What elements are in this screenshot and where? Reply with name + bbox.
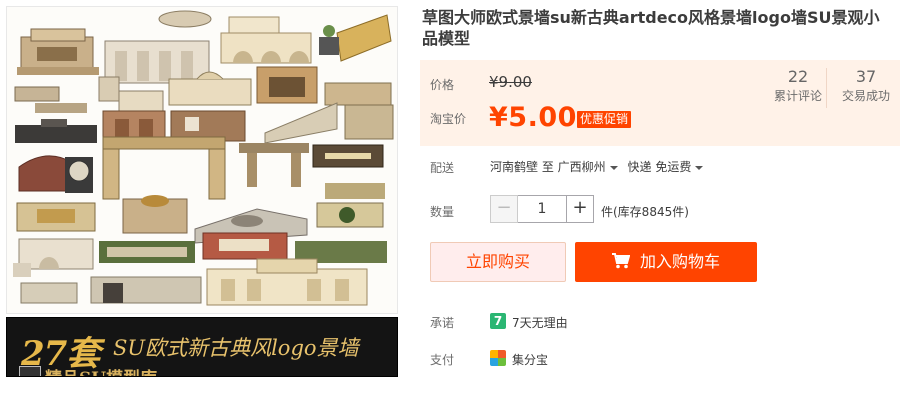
banner-title: SU欧式新古典风logo景墙 — [113, 336, 359, 360]
promo-price: ¥5.00 — [489, 102, 577, 133]
shipping-method-select[interactable]: 快递 免运费 — [628, 160, 710, 174]
jifenbao-icon — [490, 350, 506, 366]
shipping-method: 快递 免运费 — [627, 160, 692, 174]
quantity-stepper: − + — [490, 195, 594, 223]
product-title: 草图大师欧式景墙su新古典artdeco风格景墙logo墙SU景观小品模型 — [422, 8, 880, 48]
quantity-decrease-button[interactable]: − — [490, 195, 518, 223]
add-to-cart-label: 加入购物车 — [639, 252, 720, 271]
payment-item[interactable]: 集分宝 — [512, 351, 548, 368]
promo-price-label: 淘宝价 — [430, 112, 467, 126]
wall-model-18 — [316, 183, 385, 228]
thumbnail-banner[interactable]: 27套 SU欧式新古典风logo景墙 精品SU模型库 — [6, 317, 398, 377]
banner-badge-icon — [19, 366, 41, 376]
shipping-label: 配送 — [430, 161, 455, 175]
cart-icon — [611, 253, 630, 269]
wall-model-12 — [18, 155, 93, 193]
quantity-label: 数量 — [430, 205, 455, 219]
promise-item[interactable]: 7天无理由 — [512, 314, 568, 331]
promo-tag[interactable]: 优惠促销 — [577, 111, 632, 128]
shipping-from: 河南鹤壁 至 — [490, 160, 554, 174]
seven-day-return-icon: 7 — [490, 313, 506, 329]
stat-divider — [826, 68, 827, 108]
stock-info: 件(库存8845件) — [601, 205, 689, 219]
reviews-label: 累计评论 — [773, 89, 822, 103]
payment-label: 支付 — [430, 353, 455, 367]
add-to-cart-button[interactable]: 加入购物车 — [575, 242, 757, 282]
wall-model-2 — [104, 40, 210, 84]
deals-label: 交易成功 — [841, 89, 890, 103]
banner-subtitle: 精品SU模型库 — [45, 364, 157, 376]
main-product-image[interactable] — [6, 6, 398, 314]
shipping-to: 广西柳州 — [557, 160, 606, 174]
reviews-count: 22 — [787, 67, 809, 86]
wall-model-15 — [16, 202, 96, 232]
wall-model-14 — [312, 144, 384, 168]
deals-stat: 37 交易成功 — [832, 66, 900, 104]
original-price: ¥9.00 — [489, 73, 532, 91]
price-panel: 价格 ¥9.00 淘宝价 ¥5.00 优惠促销 22 累计评论 37 交易成功 — [420, 60, 900, 146]
quantity-increase-button[interactable]: + — [566, 195, 594, 223]
wall-model-16 — [122, 195, 188, 234]
reviews-stat[interactable]: 22 累计评论 — [764, 66, 832, 104]
buy-now-button[interactable]: 立即购买 — [430, 242, 566, 282]
quantity-input[interactable] — [518, 195, 566, 223]
deals-count: 37 — [855, 67, 877, 86]
shipping-row: 河南鹤壁 至 广西柳州 快递 免运费 — [490, 158, 709, 175]
promise-label: 承诺 — [430, 316, 455, 330]
shipping-to-select[interactable]: 广西柳州 — [558, 160, 624, 174]
chevron-down-icon — [695, 165, 704, 170]
price-label: 价格 — [430, 78, 455, 92]
product-wall-models-illustration — [7, 7, 397, 313]
chevron-down-icon — [609, 165, 618, 170]
